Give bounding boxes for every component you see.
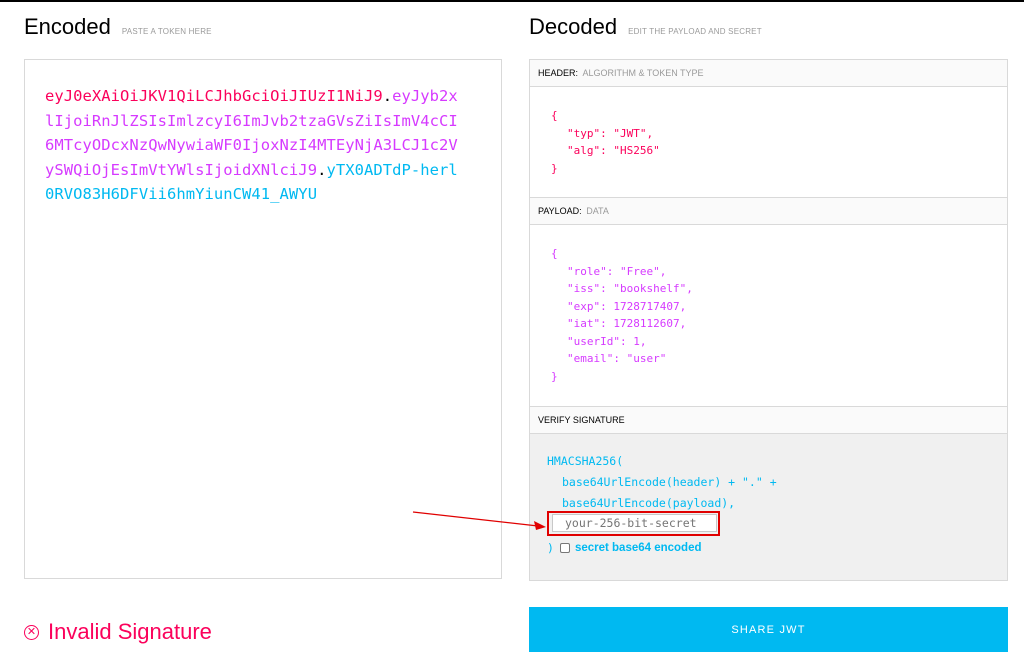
base64-checkbox-label[interactable]: secret base64 encoded (575, 542, 702, 554)
header-section-sub: ALGORITHM & TOKEN TYPE (582, 68, 704, 78)
share-jwt-button[interactable]: SHARE JWT (529, 607, 1008, 652)
code-line: "exp": 1728717407, (567, 299, 687, 313)
token-header-part: eyJ0eXAiOiJKV1QiLCJhbGciOiJIUzI1NiJ9 (45, 87, 383, 105)
signature-status-text: Invalid Signature (48, 619, 212, 644)
annotation-arrow-icon (412, 511, 546, 530)
payload-section-sub: DATA (586, 206, 609, 216)
code-line: "email": "user" (567, 352, 667, 365)
base64-row: ) secret base64 encoded (547, 541, 702, 555)
header-section-title: HEADER: ALGORITHM & TOKEN TYPE (530, 60, 1007, 87)
secret-input[interactable] (552, 514, 717, 532)
header-section-label: HEADER: (538, 68, 579, 78)
decoded-heading: Decoded EDIT THE PAYLOAD AND SECRET (529, 14, 762, 40)
code-line: "role": "Free", (567, 264, 667, 278)
code-line: } (551, 161, 558, 175)
verify-section-title: VERIFY SIGNATURE (530, 407, 1007, 434)
payload-section-label: PAYLOAD: (538, 206, 582, 216)
hmac-function-line: HMACSHA256( (547, 454, 624, 468)
verify-section-label: VERIFY SIGNATURE (538, 415, 625, 425)
code-line: "userId": 1, (567, 334, 647, 348)
code-line: { (551, 247, 558, 260)
hmac-header-line: base64UrlEncode(header) + "." + (562, 475, 777, 489)
token-dot: . (382, 87, 393, 105)
top-border (0, 0, 1024, 2)
encoded-title: Encoded (24, 14, 111, 39)
header-editor[interactable]: { "typ": "JWT", "alg": "HS256" } (530, 87, 1007, 198)
decoded-subtitle: EDIT THE PAYLOAD AND SECRET (628, 27, 762, 36)
error-circle-icon: ✕ (24, 624, 39, 640)
base64-checkbox[interactable] (559, 543, 570, 553)
decoded-panel: HEADER: ALGORITHM & TOKEN TYPE { "typ": … (529, 59, 1008, 581)
code-line: } (551, 369, 558, 383)
signature-status: ✕ Invalid Signature (24, 619, 212, 645)
code-line: "iat": 1728112607, (567, 317, 687, 330)
hmac-payload-line: base64UrlEncode(payload), (562, 496, 736, 510)
code-line: "alg": "HS256" (567, 144, 660, 157)
header-json[interactable]: { "typ": "JWT", "alg": "HS256" } (551, 107, 660, 177)
payload-editor[interactable]: { "role": "Free", "iss": "bookshelf", "e… (530, 225, 1007, 407)
decoded-title: Decoded (529, 14, 618, 39)
encoded-token-area[interactable]: eyJ0eXAiOiJKV1QiLCJhbGciOiJIUzI1NiJ9.eyJ… (24, 59, 502, 579)
verify-signature-body: HMACSHA256( base64UrlEncode(header) + ".… (530, 434, 1007, 580)
encoded-heading: Encoded PASTE A TOKEN HERE (24, 14, 212, 40)
payload-json[interactable]: { "role": "Free", "iss": "bookshelf", "e… (551, 245, 693, 385)
hmac-close-paren: ) (547, 541, 554, 555)
encoded-subtitle: PASTE A TOKEN HERE (121, 27, 212, 36)
code-line: "iss": "bookshelf", (567, 282, 693, 295)
payload-section-title: PAYLOAD: DATA (530, 198, 1007, 225)
code-line: "typ": "JWT", (567, 126, 654, 140)
token-text[interactable]: eyJ0eXAiOiJKV1QiLCJhbGciOiJIUzI1NiJ9.eyJ… (45, 84, 465, 207)
code-line: { (551, 109, 558, 122)
